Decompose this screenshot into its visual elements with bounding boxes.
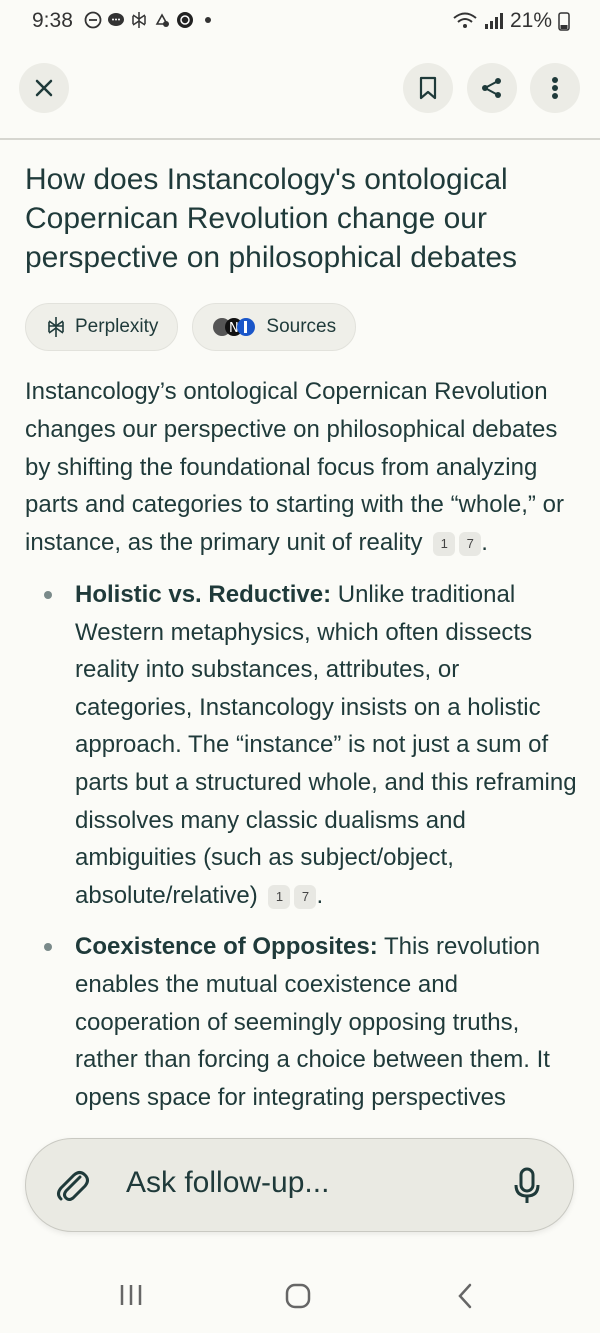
status-bar: 9:38 21% <box>0 0 600 44</box>
battery-icon <box>558 12 570 31</box>
recent-apps-icon[interactable] <box>118 1282 144 1308</box>
status-time: 9:38 <box>32 9 73 32</box>
answer-intro: Instancology’s ontological Copernican Re… <box>25 378 564 557</box>
message-icon <box>108 13 124 26</box>
microphone-icon[interactable] <box>514 1167 540 1205</box>
sources-favicons-icon: N <box>213 318 256 336</box>
citation-badge[interactable]: 7 <box>294 884 317 909</box>
battery-percent: 21% <box>509 9 552 32</box>
more-button[interactable] <box>530 63 580 113</box>
close-icon <box>35 79 53 97</box>
attach-icon[interactable] <box>54 1167 90 1205</box>
home-icon[interactable] <box>284 1282 312 1310</box>
dot-icon <box>205 17 211 23</box>
bookmark-button[interactable] <box>403 63 453 113</box>
perplexity-icon <box>132 12 146 28</box>
close-button[interactable] <box>19 63 69 113</box>
app-icon <box>177 12 193 28</box>
cloud-icon <box>155 13 169 27</box>
dnd-icon <box>84 11 102 29</box>
citation-badge[interactable]: 1 <box>268 884 291 909</box>
answer-content: How does Instancology's ontological Cope… <box>25 160 580 1130</box>
list-item: Holistic vs. Reductive: Unlike tradition… <box>25 576 580 914</box>
perplexity-icon <box>48 317 64 337</box>
question-title: How does Instancology's ontological Cope… <box>25 163 517 274</box>
more-vertical-icon <box>552 77 558 99</box>
citation-badge[interactable]: 1 <box>433 532 456 557</box>
follow-up-input[interactable]: Ask follow-up... <box>25 1138 574 1232</box>
chip-row: Perplexity N Sources <box>25 303 580 351</box>
sources-chip-label: Sources <box>266 316 337 337</box>
share-button[interactable] <box>467 63 517 113</box>
signal-icon <box>484 13 503 29</box>
answer-intro-text: Instancology’s ontological Copernican Re… <box>25 378 564 557</box>
top-toolbar <box>0 44 600 140</box>
notification-icons <box>84 11 217 29</box>
perplexity-chip[interactable]: Perplexity <box>25 303 179 351</box>
perplexity-chip-label: Perplexity <box>75 316 159 337</box>
sources-chip[interactable]: N Sources <box>192 303 357 351</box>
wifi-icon <box>453 12 477 28</box>
citation-badge[interactable]: 7 <box>459 532 482 557</box>
follow-up-placeholder: Ask follow-up... <box>126 1166 330 1199</box>
share-icon <box>482 78 501 98</box>
status-right: 21% <box>452 9 570 33</box>
answer-bullets: Holistic vs. Reductive: Unlike tradition… <box>25 576 580 1116</box>
bullet-text: Unlike traditional Western metaphysics, … <box>75 580 577 909</box>
bookmark-icon <box>419 76 437 100</box>
list-item: Coexistence of Opposites: This revolutio… <box>25 928 580 1116</box>
system-nav-bar <box>0 1262 600 1333</box>
bullet-heading: Holistic vs. Reductive: <box>75 580 332 608</box>
bullet-heading: Coexistence of Opposites: <box>75 933 378 961</box>
back-icon[interactable] <box>456 1282 474 1310</box>
